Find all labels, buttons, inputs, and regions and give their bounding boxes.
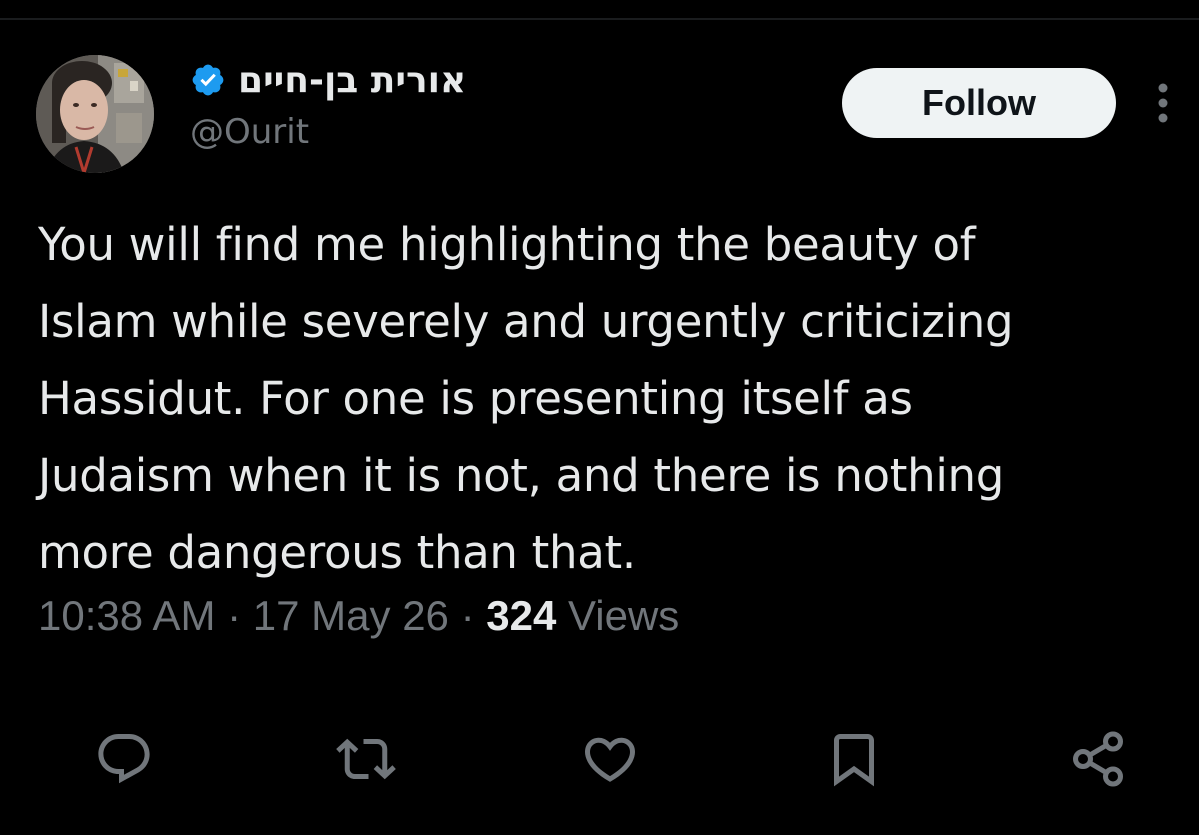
tweet-date[interactable]: 17 May 26 — [253, 592, 449, 639]
author-name-row: אורית בן-חיים — [190, 58, 466, 102]
top-divider — [0, 18, 1199, 20]
views-count[interactable]: 324 — [486, 592, 556, 639]
tweet-text-line: You will find me highlighting the beauty… — [38, 218, 976, 271]
author-display-name[interactable]: אורית בן-חיים — [238, 60, 466, 101]
tweet-text: You will find me highlighting the beauty… — [38, 206, 1178, 591]
heart-icon[interactable] — [580, 729, 640, 789]
tweet-text-line: Hassidut. For one is presenting itself a… — [38, 372, 913, 425]
author-handle[interactable]: @Ourit — [190, 112, 309, 152]
bookmark-icon[interactable] — [824, 729, 884, 789]
meta-separator: · — [448, 592, 487, 639]
meta-separator: · — [215, 592, 253, 639]
tweet-text-line: more dangerous than that. — [38, 526, 636, 579]
tweet-text-line: Islam while severely and urgently critic… — [38, 295, 1014, 348]
follow-button[interactable]: Follow — [842, 68, 1116, 138]
tweet-time[interactable]: 10:38 AM — [38, 592, 215, 639]
tweet-text-line: Judaism when it is not, and there is not… — [38, 449, 1005, 502]
repost-icon[interactable] — [336, 729, 396, 789]
share-icon[interactable] — [1068, 729, 1128, 789]
verified-badge-icon — [190, 62, 226, 98]
more-options-icon[interactable] — [1150, 82, 1176, 124]
reply-icon[interactable] — [94, 729, 154, 789]
avatar[interactable] — [36, 55, 154, 173]
tweet-meta: 10:38 AM · 17 May 26 · 324 Views — [38, 592, 679, 640]
views-label[interactable]: Views — [556, 592, 679, 639]
avatar-image — [36, 55, 154, 173]
